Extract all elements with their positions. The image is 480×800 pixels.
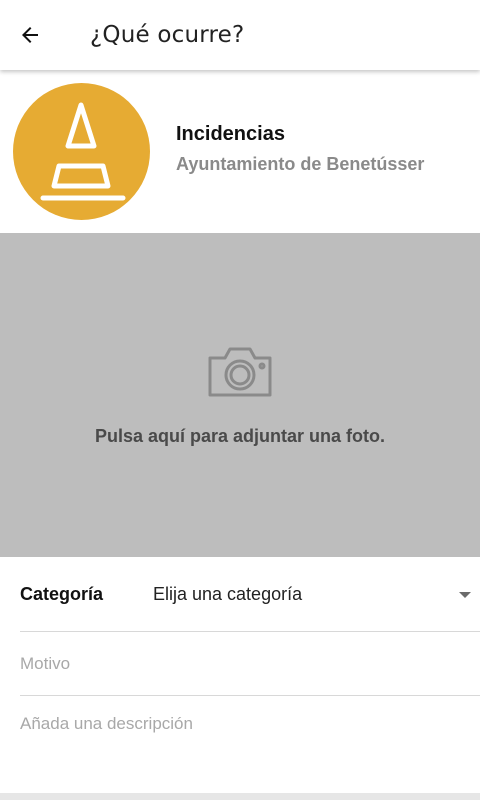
bottom-divider [0, 793, 480, 800]
app-bar: ¿Qué ocurre? [0, 0, 480, 70]
attach-photo-area[interactable]: Pulsa aquí para adjuntar una foto. [0, 233, 480, 557]
page-title: ¿Qué ocurre? [90, 22, 245, 48]
incident-form: Categoría Elija una categoría [0, 557, 480, 756]
organization-title: Incidencias [176, 123, 285, 145]
motivo-input[interactable] [20, 653, 480, 674]
organization-header: Incidencias Ayuntamiento de Benetússer [0, 70, 480, 232]
back-button[interactable] [0, 0, 60, 70]
organization-subtitle: Ayuntamiento de Benetússer [176, 154, 425, 174]
organization-info: Incidencias Ayuntamiento de Benetússer [176, 123, 425, 175]
category-select[interactable]: Categoría Elija una categoría [20, 557, 480, 632]
organization-logo [13, 82, 150, 220]
motivo-row [20, 632, 480, 696]
camera-icon [208, 347, 272, 397]
description-input[interactable] [20, 714, 480, 744]
category-label: Categoría [20, 583, 104, 604]
category-value: Elija una categoría [153, 583, 303, 604]
arrow-left-icon [22, 27, 38, 43]
traffic-cone-icon [40, 102, 126, 200]
attach-photo-hint: Pulsa aquí para adjuntar una foto. [94, 426, 386, 446]
description-row [20, 696, 480, 756]
dropdown-arrow-icon [459, 592, 471, 598]
